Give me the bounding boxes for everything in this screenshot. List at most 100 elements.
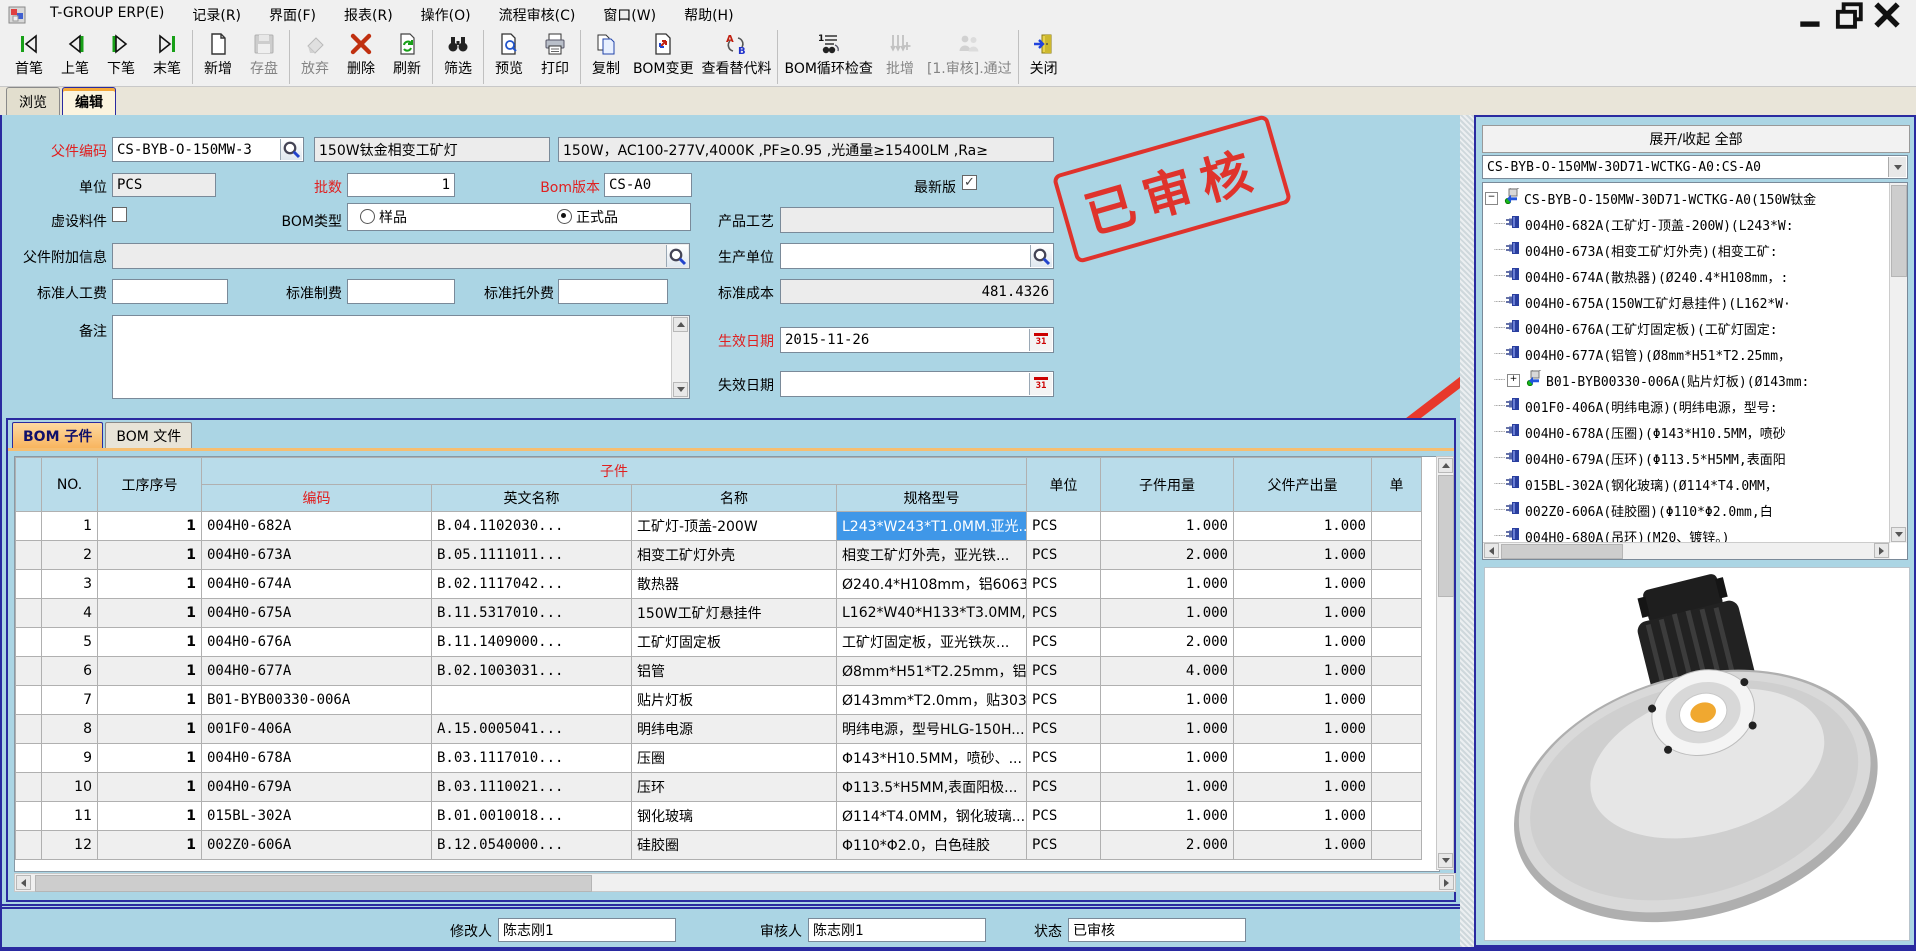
table-cell[interactable]: 工矿灯固定板，亚光铁灰... [837, 628, 1027, 657]
subtab-BOM 子件[interactable]: BOM 子件 [12, 422, 103, 448]
table-cell[interactable]: 1.000 [1101, 570, 1234, 599]
panel-splitter[interactable] [1460, 115, 1474, 947]
table-cell[interactable] [1372, 773, 1422, 802]
tab-编辑[interactable]: 编辑 [62, 87, 116, 115]
table-cell[interactable]: 1.000 [1101, 512, 1234, 541]
table-cell[interactable]: 1.000 [1101, 715, 1234, 744]
table-cell[interactable]: 004H0-679A [202, 773, 432, 802]
table-cell[interactable]: 1.000 [1101, 802, 1234, 831]
restore-icon[interactable] [1834, 4, 1864, 26]
table-cell[interactable]: B.04.1102030... [432, 512, 632, 541]
table-cell[interactable]: Φ110*Φ2.0，白色硅胶 [837, 831, 1027, 860]
toolbar-button-nav-first[interactable]: 首笔 [6, 31, 52, 78]
table-cell[interactable]: 1 [98, 715, 202, 744]
tree-item[interactable]: ┈┈004H0-678A(压圈)(Φ143*H10.5MM，喷砂 [1483, 419, 1889, 445]
table-cell[interactable]: 9 [42, 744, 98, 773]
table-row[interactable]: 71B01-BYB00330-006A贴片灯板Ø143mm*T2.0mm，贴30… [16, 686, 1422, 715]
table-cell[interactable]: 015BL-302A [202, 802, 432, 831]
minimize-icon[interactable] [1796, 4, 1826, 26]
table-cell[interactable]: 1.000 [1234, 773, 1372, 802]
toolbar-button-filter-binoculars[interactable]: 筛选 [435, 31, 481, 78]
table-cell[interactable] [1372, 512, 1422, 541]
table-cell[interactable]: PCS [1027, 657, 1101, 686]
table-row[interactable]: 41004H0-675AB.11.5317010...150W工矿灯悬挂件L16… [16, 599, 1422, 628]
toolbar-button-close-door[interactable]: 关闭 [1021, 31, 1067, 78]
table-cell[interactable]: 2.000 [1101, 831, 1234, 860]
table-cell[interactable]: 1 [98, 599, 202, 628]
table-cell[interactable]: PCS [1027, 802, 1101, 831]
expire-date-field[interactable]: 31 [780, 371, 1054, 397]
table-cell[interactable]: 6 [42, 657, 98, 686]
table-cell[interactable] [16, 657, 42, 686]
table-cell[interactable] [432, 686, 632, 715]
table-cell[interactable]: Ø114*T4.0MM，钢化玻璃... [837, 802, 1027, 831]
table-cell[interactable] [1372, 657, 1422, 686]
table-cell[interactable]: 004H0-682A [202, 512, 432, 541]
table-cell[interactable]: 1.000 [1101, 686, 1234, 715]
table-cell[interactable]: Ø8mm*H51*T2.25mm，铝6... [837, 657, 1027, 686]
menu-item-0[interactable]: T-GROUP ERP(E) [36, 1, 178, 29]
table-cell[interactable]: 1.000 [1234, 541, 1372, 570]
table-cell[interactable]: 1.000 [1234, 599, 1372, 628]
table-cell[interactable]: 明纬电源，型号HLG-150H... [837, 715, 1027, 744]
search-icon[interactable] [280, 139, 302, 160]
table-cell[interactable] [16, 715, 42, 744]
remark-textarea[interactable] [112, 315, 690, 399]
col-spec[interactable]: 规格型号 [837, 485, 1027, 512]
table-cell[interactable]: 5 [42, 628, 98, 657]
col-no[interactable]: NO. [42, 458, 98, 512]
table-cell[interactable]: B.03.1117010... [432, 744, 632, 773]
table-cell[interactable]: B.11.5317010... [432, 599, 632, 628]
table-cell[interactable]: 1.000 [1234, 512, 1372, 541]
std-overhead-field[interactable] [347, 279, 455, 304]
table-cell[interactable] [16, 831, 42, 860]
subtab-BOM 文件[interactable]: BOM 文件 [105, 422, 192, 448]
table-cell[interactable]: 1.000 [1234, 686, 1372, 715]
table-cell[interactable] [1372, 802, 1422, 831]
table-horizontal-scrollbar[interactable] [14, 873, 1456, 892]
menu-item-2[interactable]: 界面(F) [255, 1, 330, 29]
table-cell[interactable]: 工矿灯固定板 [632, 628, 837, 657]
table-cell[interactable] [16, 744, 42, 773]
table-cell[interactable]: 1 [98, 512, 202, 541]
table-row[interactable]: 61004H0-677AB.02.1003031...铝管Ø8mm*H51*T2… [16, 657, 1422, 686]
table-cell[interactable] [16, 773, 42, 802]
tab-浏览[interactable]: 浏览 [6, 87, 60, 115]
toolbar-button-copy-docs[interactable]: 复制 [583, 31, 629, 78]
col-op-seq[interactable]: 工序序号 [98, 458, 202, 512]
table-cell[interactable]: B.11.1409000... [432, 628, 632, 657]
table-cell[interactable]: 004H0-677A [202, 657, 432, 686]
toolbar-button-preview-doc[interactable]: 预览 [486, 31, 532, 78]
toolbar-button-nav-prev[interactable]: 上笔 [52, 31, 98, 78]
effective-date-field[interactable]: 2015-11-26 31 [780, 327, 1054, 353]
table-cell[interactable]: B.12.0540000... [432, 831, 632, 860]
table-cell[interactable] [1372, 744, 1422, 773]
table-cell[interactable]: B.01.0010018... [432, 802, 632, 831]
virtual-part-checkbox[interactable] [112, 207, 127, 222]
bom-type-sample[interactable]: 样品 [360, 207, 407, 227]
table-row[interactable]: 101004H0-679AB.03.1110021...压环Φ113.5*H5M… [16, 773, 1422, 802]
table-cell[interactable]: 1 [98, 802, 202, 831]
table-cell[interactable]: PCS [1027, 686, 1101, 715]
table-cell[interactable]: B.03.1110021... [432, 773, 632, 802]
menu-item-4[interactable]: 操作(O) [407, 1, 485, 29]
table-cell[interactable]: 铝管 [632, 657, 837, 686]
bom-selector-combo[interactable]: CS-BYB-O-150MW-30D71-WCTKG-A0:CS-A0 [1482, 155, 1908, 179]
table-cell[interactable] [16, 541, 42, 570]
table-cell[interactable]: 2 [42, 541, 98, 570]
latest-checkbox[interactable]: ✓ [962, 175, 977, 190]
tree-root-item[interactable]: −CS-BYB-O-150MW-30D71-WCTKG-A0(150W钛金 [1483, 185, 1889, 211]
table-cell[interactable] [1372, 541, 1422, 570]
menu-item-1[interactable]: 记录(R) [178, 1, 255, 29]
table-cell[interactable]: 004H0-674A [202, 570, 432, 599]
table-cell[interactable]: PCS [1027, 744, 1101, 773]
tree-expand-icon[interactable]: + [1507, 374, 1520, 387]
table-cell[interactable]: 002Z0-606A [202, 831, 432, 860]
table-cell[interactable] [1372, 686, 1422, 715]
table-cell[interactable]: PCS [1027, 628, 1101, 657]
table-cell[interactable]: 1.000 [1101, 773, 1234, 802]
table-cell[interactable] [1372, 715, 1422, 744]
table-cell[interactable]: Ø240.4*H108mm，铝6063... [837, 570, 1027, 599]
table-row[interactable]: 121002Z0-606AB.12.0540000...硅胶圈Φ110*Φ2.0… [16, 831, 1422, 860]
table-cell[interactable]: 硅胶圈 [632, 831, 837, 860]
